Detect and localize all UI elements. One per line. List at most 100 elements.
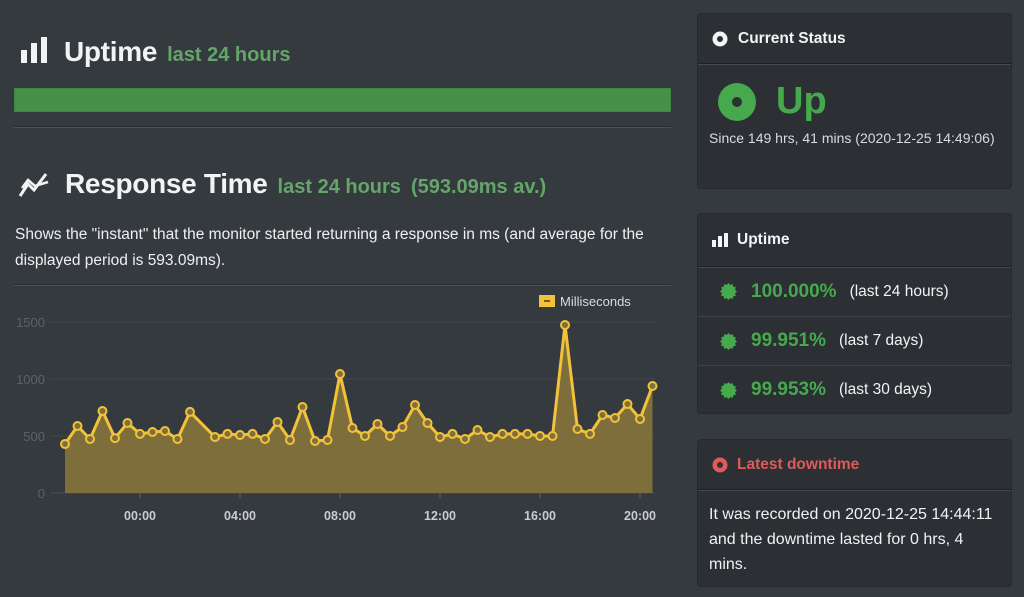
data-point[interactable]	[335, 369, 345, 379]
data-point[interactable]	[222, 428, 233, 439]
badge-icon	[720, 283, 737, 300]
data-point[interactable]	[297, 402, 308, 412]
data-point[interactable]	[172, 434, 183, 444]
data-point[interactable]	[635, 414, 645, 424]
data-point[interactable]	[610, 413, 620, 423]
uptime-period: (last 30 days)	[839, 381, 933, 398]
data-point[interactable]	[385, 431, 395, 441]
uptime-row-30d: 99.953% (last 30 days)	[698, 365, 1011, 414]
status-since: Since 149 hrs, 41 mins (2020-12-25 14:49…	[709, 130, 995, 146]
data-point[interactable]	[460, 434, 470, 444]
response-time-chart[interactable]: 0 500 1000 1500 00:00 04:00 08:00 12:00 16:00 20…	[0, 285, 680, 525]
uptime-bar[interactable]	[14, 88, 671, 112]
data-point[interactable]	[72, 421, 83, 431]
bar-chart-icon	[21, 37, 47, 63]
data-point[interactable]	[622, 399, 633, 409]
data-point[interactable]	[247, 428, 258, 439]
latest-downtime-header: Latest downtime	[698, 440, 1011, 490]
line-trend-icon	[18, 173, 49, 197]
uptime-percent: 100.000%	[751, 280, 837, 302]
data-point[interactable]	[597, 410, 608, 420]
data-point[interactable]	[310, 436, 320, 446]
data-point[interactable]	[122, 418, 133, 428]
data-point[interactable]	[135, 428, 145, 439]
legend-swatch-mark	[544, 300, 550, 302]
response-time-title: Response Time	[65, 168, 268, 199]
response-time-subtitle: last 24 hours	[277, 176, 401, 198]
current-status-title: Current Status	[738, 29, 846, 47]
uptime-period: (last 24 hours)	[849, 282, 949, 300]
data-point[interactable]	[435, 432, 445, 442]
data-point[interactable]	[472, 425, 483, 435]
data-point[interactable]	[410, 400, 420, 410]
uptime-rows: 100.000% (last 24 hours) 99.951% (last 7…	[698, 267, 1011, 414]
data-point[interactable]	[60, 439, 70, 449]
latest-downtime-title: Latest downtime	[737, 455, 860, 473]
uptime-card: Uptime 100.000% (last 24 hours) 99.951% …	[697, 213, 1012, 414]
data-point[interactable]	[560, 320, 570, 330]
uptime-percent: 99.951%	[751, 330, 827, 351]
data-point[interactable]	[322, 435, 333, 445]
x-tick-label: 20:00	[624, 509, 656, 523]
badge-icon	[720, 381, 737, 399]
data-point[interactable]	[147, 427, 158, 437]
latest-downtime-text: It was recorded on 2020-12-25 14:44:11 a…	[709, 506, 993, 573]
data-point[interactable]	[572, 424, 583, 434]
data-point[interactable]	[285, 435, 295, 445]
bar-chart-icon	[712, 233, 728, 247]
response-time-average: (593.09ms av.)	[410, 176, 547, 198]
x-tick-label: 08:00	[324, 509, 356, 523]
data-point[interactable]	[235, 430, 245, 440]
data-point[interactable]	[260, 434, 270, 444]
data-point[interactable]	[397, 422, 408, 432]
data-point[interactable]	[360, 431, 370, 441]
data-point[interactable]	[272, 417, 283, 427]
status-up: Up	[709, 80, 1000, 123]
legend-label: Milliseconds	[560, 294, 631, 309]
data-point[interactable]	[210, 432, 220, 442]
data-point[interactable]	[485, 432, 495, 442]
x-tick-label: 04:00	[224, 509, 256, 523]
data-point[interactable]	[185, 406, 195, 417]
data-point[interactable]	[510, 428, 520, 439]
data-point[interactable]	[522, 428, 533, 439]
data-point[interactable]	[85, 434, 95, 444]
chart-legend[interactable]: Milliseconds	[539, 294, 631, 309]
data-point[interactable]	[160, 426, 170, 436]
uptime-subtitle: last 24 hours	[167, 44, 291, 66]
badge-icon	[720, 332, 737, 350]
uptime-row-24h: 100.000% (last 24 hours)	[698, 267, 1011, 316]
uptime-title: Uptime	[64, 36, 158, 67]
y-tick-label: 1000	[16, 372, 45, 387]
data-point[interactable]	[497, 428, 508, 439]
data-point[interactable]	[372, 419, 383, 429]
data-point[interactable]	[347, 423, 358, 433]
radio-dot-icon	[712, 457, 728, 472]
current-status-header: Current Status	[698, 14, 1011, 64]
data-point[interactable]	[647, 381, 658, 391]
latest-downtime-card: Latest downtime It was recorded on 2020-…	[697, 439, 1012, 587]
data-point[interactable]	[422, 418, 433, 428]
data-point[interactable]	[585, 428, 595, 439]
radio-dot-icon	[712, 31, 728, 46]
data-point[interactable]	[110, 433, 120, 444]
status-up-icon	[718, 82, 756, 121]
x-tick-label: 00:00	[124, 509, 156, 523]
data-point[interactable]	[547, 431, 558, 441]
y-tick-label: 0	[38, 486, 45, 501]
x-axis: 00:00 04:00 08:00 12:00 16:00 20:00	[124, 493, 656, 523]
y-tick-label: 1500	[16, 315, 45, 330]
series-area	[65, 325, 653, 493]
response-time-heading: Response Time last 24 hours (593.09ms av…	[18, 168, 546, 200]
divider	[14, 126, 671, 128]
current-status-card: Current Status Up Since 149 hrs, 41 mins…	[697, 13, 1012, 189]
x-tick-label: 12:00	[424, 509, 456, 523]
status-label: Up	[776, 80, 827, 122]
uptime-row-7d: 99.951% (last 7 days)	[698, 316, 1011, 365]
data-point[interactable]	[97, 406, 108, 416]
uptime-period: (last 7 days)	[839, 332, 924, 349]
data-point[interactable]	[535, 431, 545, 441]
uptime-card-header: Uptime	[698, 214, 1011, 267]
response-time-description: Shows the "instant" that the monitor sta…	[15, 226, 644, 269]
data-point[interactable]	[447, 428, 458, 439]
